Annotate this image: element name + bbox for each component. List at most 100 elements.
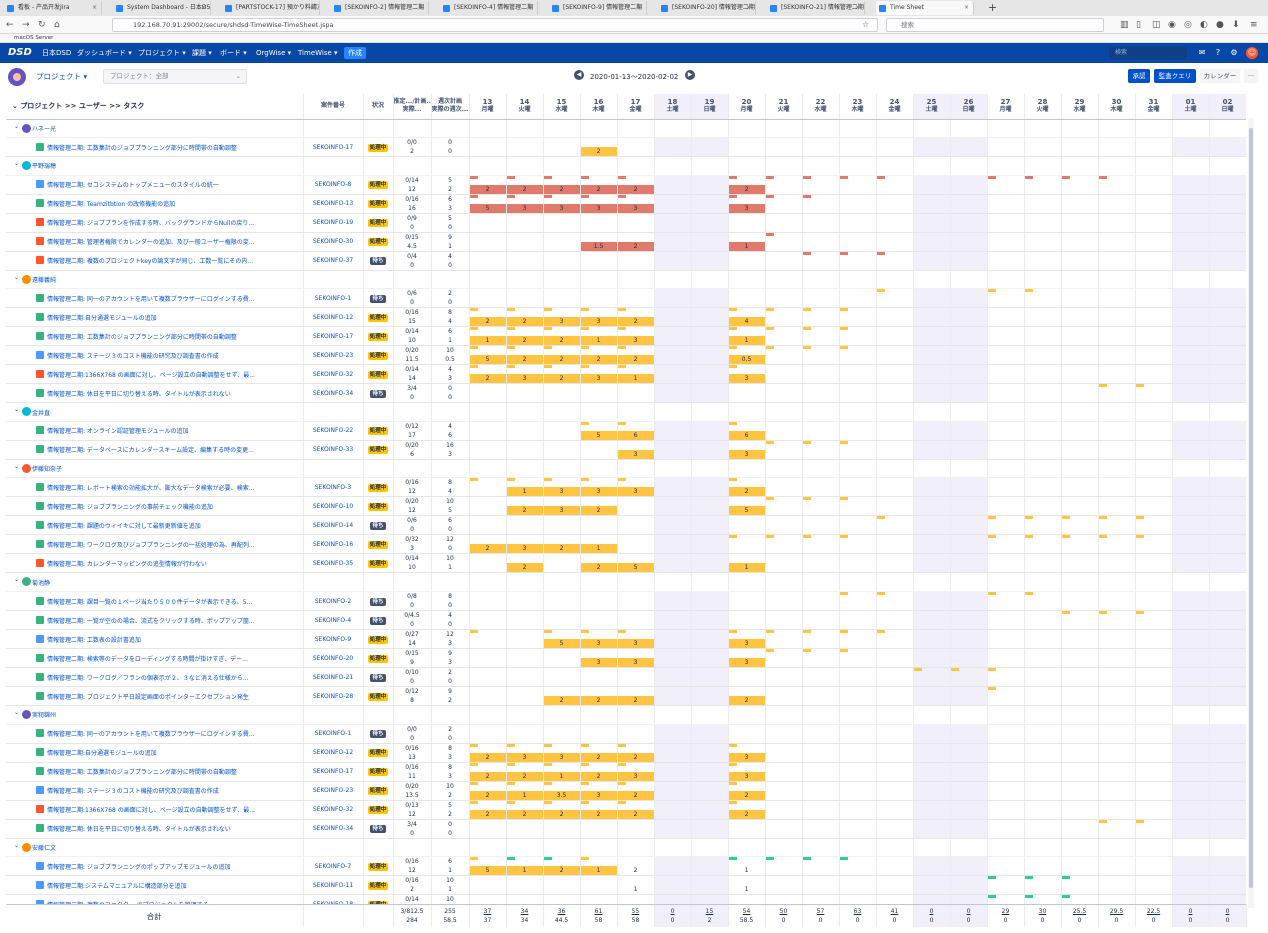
day-cell[interactable]	[1135, 383, 1173, 404]
day-cell[interactable]	[913, 875, 951, 896]
day-cell[interactable]	[950, 553, 988, 574]
task-title-cell[interactable]: 情報管理二期: 課題のウィイキに対して最新更新値を追加	[6, 515, 304, 536]
home-icon[interactable]: ⌂	[54, 19, 60, 31]
day-cell[interactable]	[987, 175, 1025, 195]
day-cell[interactable]	[617, 819, 655, 839]
browser-tab[interactable]: [PARTSTOCK-17] 預かり料請求 ×	[222, 1, 320, 15]
day-cell[interactable]	[950, 648, 988, 669]
day-cell[interactable]	[1209, 553, 1246, 574]
day-cell[interactable]: 3	[543, 477, 581, 498]
task-title[interactable]: 情報管理二期: ジョブプランニングの事前チェック機能の追加	[47, 504, 213, 511]
day-cell[interactable]	[691, 762, 729, 782]
day-cell[interactable]	[913, 440, 951, 460]
day-cell[interactable]	[543, 383, 581, 404]
day-cell[interactable]	[1135, 345, 1173, 366]
day-cell[interactable]: 2	[580, 800, 618, 820]
project-dropdown[interactable]: プロジェクト ▾	[36, 71, 87, 82]
task-row[interactable]: 情報管理二期: 複数のプロジェクトkeyの論文字が同じ、工数一覧にその内... S…	[6, 251, 1246, 271]
day-cell[interactable]	[1172, 251, 1210, 271]
day-cell[interactable]	[1061, 440, 1099, 460]
day-cell[interactable]	[839, 232, 877, 252]
day-cell[interactable]	[1209, 326, 1246, 347]
tab-close-icon[interactable]: ×	[201, 1, 206, 15]
worklog-bar[interactable]: 2	[617, 752, 653, 762]
day-cell[interactable]	[728, 667, 766, 688]
day-cell[interactable]	[1209, 724, 1246, 744]
day-cell[interactable]	[765, 421, 803, 441]
day-cell[interactable]	[1061, 345, 1099, 366]
worklog-bar[interactable]: 1.5	[580, 241, 616, 251]
collapse-chevron-icon[interactable]: ⌄	[14, 160, 19, 167]
day-cell[interactable]: 3	[617, 629, 655, 650]
day-cell[interactable]: 2	[580, 496, 618, 517]
day-cell[interactable]	[728, 724, 766, 744]
issue-key-link[interactable]: SEKOINFO-21	[303, 667, 364, 688]
task-row[interactable]: 情報管理二期: ワークログ／フランの個表示が２、３など消える仕様から... SEK…	[6, 667, 1246, 688]
next-period-icon[interactable]: ▶	[685, 70, 695, 80]
day-cell[interactable]	[913, 288, 951, 309]
day-cell[interactable]	[839, 534, 877, 555]
day-cell[interactable]: 2	[469, 534, 507, 555]
day-cell[interactable]	[728, 251, 766, 271]
day-cell[interactable]	[765, 232, 803, 252]
new-tab-button[interactable]: +	[988, 0, 997, 15]
worklog-bar[interactable]: 3	[617, 487, 653, 496]
day-cell[interactable]	[654, 781, 692, 801]
worklog-bar[interactable]: 2	[543, 866, 579, 875]
day-cell[interactable]: 3	[580, 194, 618, 214]
day-cell[interactable]	[802, 875, 840, 896]
worklog-bar[interactable]: 2	[506, 184, 542, 194]
tab-close-icon[interactable]: ×	[637, 1, 642, 15]
day-cell[interactable]	[469, 667, 507, 688]
day-cell[interactable]: 3	[617, 648, 655, 669]
issue-key-link[interactable]: SEKOINFO-22	[303, 421, 364, 441]
day-cell[interactable]	[691, 686, 729, 707]
worklog-bar[interactable]: 4	[728, 317, 764, 326]
issue-key-link[interactable]: SEKOINFO-2	[303, 591, 364, 612]
project-filter-select[interactable]: プロジェクト：全部 ⌄	[103, 69, 247, 84]
day-cell[interactable]	[839, 762, 877, 782]
day-cell[interactable]	[950, 629, 988, 650]
issue-key-link[interactable]: SEKOINFO-32	[303, 800, 364, 820]
day-cell[interactable]: 1	[506, 477, 544, 498]
day-cell[interactable]	[987, 307, 1025, 328]
day-cell[interactable]	[802, 648, 840, 669]
day-cell[interactable]	[1061, 496, 1099, 517]
day-cell[interactable]	[876, 819, 914, 839]
day-cell[interactable]	[950, 213, 988, 233]
day-cell[interactable]	[691, 743, 729, 763]
day-header[interactable]: 20 月曜	[728, 94, 766, 120]
day-cell[interactable]	[1098, 326, 1136, 347]
day-cell[interactable]	[987, 724, 1025, 744]
day-cell[interactable]	[1172, 496, 1210, 517]
day-cell[interactable]	[506, 251, 544, 271]
day-cell[interactable]	[765, 383, 803, 404]
day-cell[interactable]: 1	[728, 232, 766, 252]
day-cell[interactable]	[691, 667, 729, 688]
task-title-cell[interactable]: 情報管理二期: ジョブプランニングの事前チェック機能の追加	[6, 496, 304, 517]
worklog-bar[interactable]: 1	[580, 544, 616, 553]
day-cell[interactable]	[1135, 781, 1173, 801]
day-cell[interactable]	[913, 762, 951, 782]
day-cell[interactable]	[913, 686, 951, 707]
day-cell[interactable]	[543, 213, 581, 233]
day-cell[interactable]	[839, 610, 877, 631]
day-cell[interactable]	[654, 194, 692, 214]
day-cell[interactable]	[839, 213, 877, 233]
day-cell[interactable]	[691, 610, 729, 631]
worklog-bar[interactable]: 5	[469, 355, 505, 364]
day-cell[interactable]	[1172, 762, 1210, 782]
day-cell[interactable]	[765, 648, 803, 669]
day-cell[interactable]	[876, 137, 914, 158]
day-cell[interactable]	[1024, 496, 1062, 517]
day-cell[interactable]	[987, 421, 1025, 441]
day-cell[interactable]	[839, 194, 877, 214]
day-cell[interactable]: 2	[543, 800, 581, 820]
task-title-cell[interactable]: 情報管理二期: 一覧が空のの場合、流式をクリックする時、ポップアップ箇...	[6, 610, 304, 631]
worklog-bar[interactable]: 2	[506, 336, 542, 345]
day-cell[interactable]	[987, 213, 1025, 233]
worklog-bar[interactable]: 2	[469, 317, 505, 326]
task-row[interactable]: 情報管理二期: ステージ３のコスト機能の研究及び調査書の作成 SEKOINFO-2…	[6, 781, 1246, 801]
day-cell[interactable]	[1061, 762, 1099, 782]
day-cell[interactable]	[506, 232, 544, 252]
